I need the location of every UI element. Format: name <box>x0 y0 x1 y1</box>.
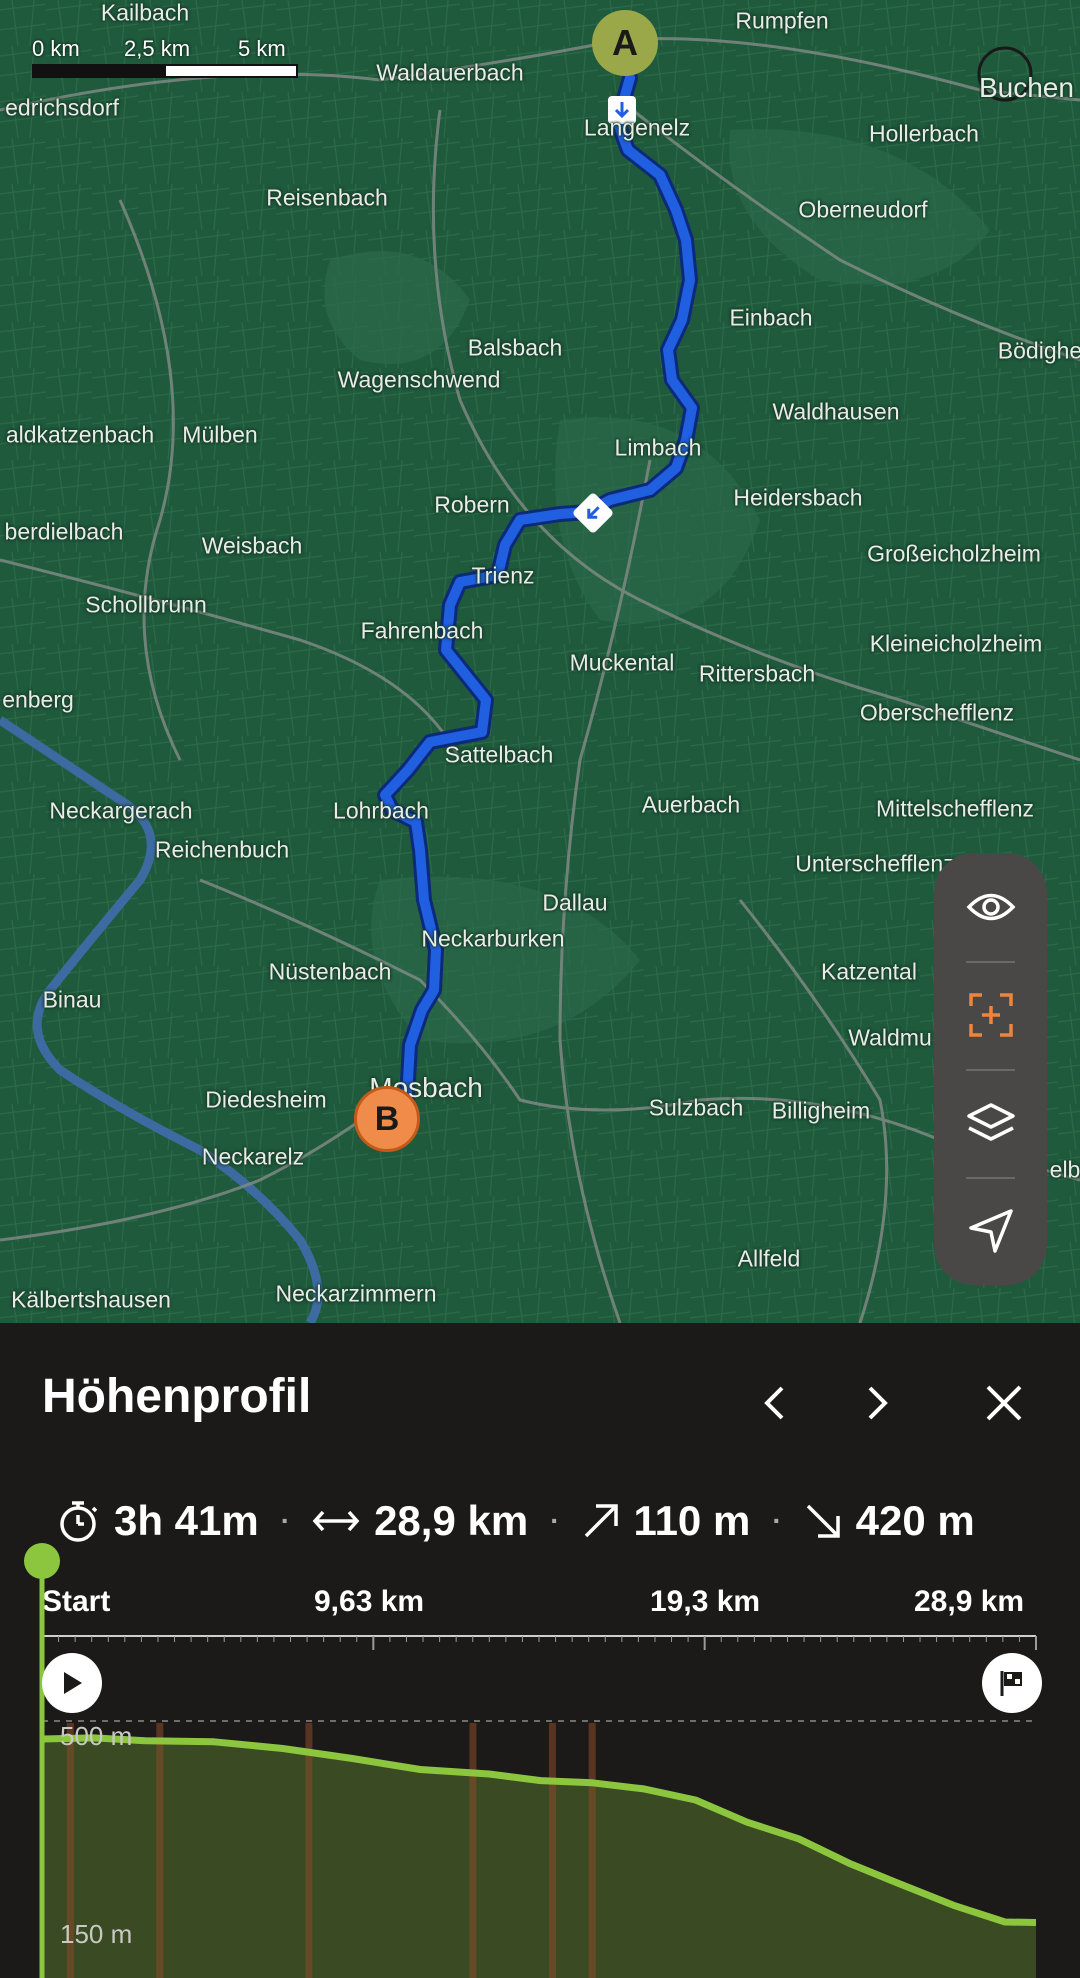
place-label: Binau <box>42 986 102 1013</box>
layers-icon <box>966 1103 1015 1141</box>
place-label: Neckarzimmern <box>275 1280 437 1307</box>
place-label: Hollerbach <box>869 120 979 147</box>
map-toolbar <box>934 853 1047 1285</box>
place-label: Reisenbach <box>266 184 388 211</box>
elevation-label-top: 500 m <box>60 1721 133 1751</box>
eye-icon <box>966 893 1015 921</box>
play-icon <box>64 1672 82 1694</box>
place-label: Trienz <box>471 562 535 589</box>
elevation-panel: Höhenprofil 3h 41m · 28,9 km · 110 m · 4… <box>0 1323 1080 1978</box>
place-label: Oberschefflenz <box>859 699 1015 726</box>
place-label: Heidersbach <box>733 484 863 511</box>
scale-label-0: 0 km <box>32 36 80 61</box>
steep-section <box>469 1723 477 1978</box>
place-label: Billigheim <box>771 1097 871 1124</box>
steep-section <box>548 1723 556 1978</box>
place-label: Limbach <box>614 434 702 461</box>
scale-label-1: 2,5 km <box>124 36 191 61</box>
place-label: Nüstenbach <box>268 958 392 985</box>
place-label: Neckargerach <box>49 797 193 824</box>
place-label: Rumpfen <box>735 7 829 34</box>
place-label: Sulzbach <box>648 1094 744 1121</box>
place-label: Sattelbach <box>444 741 554 768</box>
navigate-button[interactable] <box>934 1177 1047 1285</box>
place-label: Weisbach <box>201 532 303 559</box>
visibility-button[interactable] <box>934 853 1047 961</box>
finish-flag-icon <box>1000 1671 1022 1696</box>
place-label: aldkatzenbach <box>5 421 155 448</box>
place-label: Muckental <box>569 649 675 676</box>
place-label: Kleineicholzheim <box>869 630 1043 657</box>
place-label: Robern <box>434 491 510 518</box>
place-label: Neckarburken <box>421 925 565 952</box>
elevation-area <box>42 1737 1036 1978</box>
place-label: Wagenschwend <box>337 366 501 393</box>
fit-route-button[interactable] <box>934 961 1047 1069</box>
place-label: Reichenbuch <box>154 836 290 863</box>
place-label: Neckarelz <box>201 1143 305 1170</box>
place-label: Unterschefflenz <box>795 850 955 877</box>
place-label: Kailbach <box>100 0 190 26</box>
route-end-marker[interactable]: B <box>354 1086 420 1152</box>
place-label: Mittelschefflenz <box>875 795 1035 822</box>
scale-label-2: 5 km <box>238 36 286 61</box>
place-label: Mülben <box>182 421 258 448</box>
finish-button[interactable] <box>982 1653 1042 1713</box>
place-label: edrichsdorf <box>5 94 119 121</box>
recenter-icon <box>968 993 1013 1037</box>
place-label: Allfeld <box>737 1245 801 1272</box>
map-view[interactable]: Kailbach Rumpfen Waldauerbach Buchen ( edric… <box>0 0 1080 1323</box>
play-button[interactable] <box>42 1653 102 1713</box>
place-label: Katzental <box>821 958 917 985</box>
place-label: Waldmu <box>848 1024 932 1051</box>
place-label: Kälbertshausen <box>11 1286 171 1313</box>
layers-button[interactable] <box>934 1069 1047 1177</box>
place-label: Oberneudorf <box>798 196 928 223</box>
elevation-chart[interactable] <box>0 1323 1080 1978</box>
place-label: Einbach <box>729 304 813 331</box>
place-label: Lohrbach <box>333 797 429 824</box>
place-label: Balsbach <box>467 334 563 361</box>
place-label: Schollbrunn <box>85 591 207 618</box>
place-label: Auerbach <box>641 791 741 818</box>
steep-section <box>588 1723 596 1978</box>
steep-section <box>156 1723 164 1978</box>
place-label: Langenelz <box>583 114 691 141</box>
steep-section <box>305 1723 313 1978</box>
place-label: Diedesheim <box>205 1086 327 1113</box>
place-label: Großeicholzheim <box>867 540 1041 567</box>
place-label: Rittersbach <box>698 660 816 687</box>
place-label: Waldhausen <box>772 398 900 425</box>
route-start-marker[interactable]: A <box>592 10 658 76</box>
elevation-label-bottom: 150 m <box>60 1919 133 1949</box>
place-label: Fahrenbach <box>360 617 484 644</box>
cursor-handle <box>24 1543 60 1579</box>
place-label: Waldauerbach <box>376 59 524 86</box>
place-label: Dallau <box>542 889 608 916</box>
place-label: Buchen ( <box>978 72 1080 103</box>
place-label: enberg <box>2 686 74 713</box>
place-label: elb <box>1049 1156 1080 1183</box>
place-label: Bödighe <box>997 337 1080 364</box>
place-label: berdielbach <box>4 518 124 545</box>
navigate-icon <box>968 1209 1013 1253</box>
